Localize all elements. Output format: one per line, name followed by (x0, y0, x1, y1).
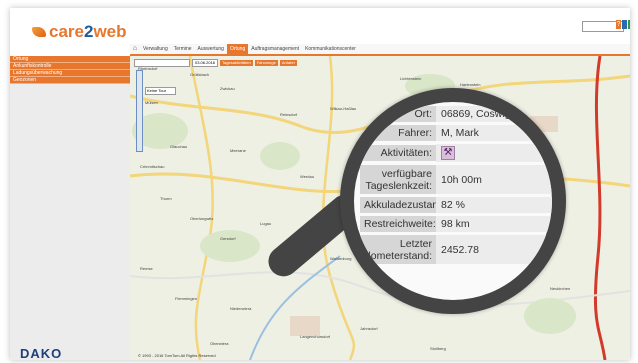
place-label: Neukirchen (550, 286, 571, 291)
place-label: Rheinsdorf (138, 66, 158, 71)
place-label: Meerane (230, 148, 246, 153)
help-icon[interactable]: ? (616, 20, 621, 29)
place-label: Zwickau (220, 86, 235, 91)
place-label: Flemmingen (175, 296, 198, 301)
menu-item-5[interactable]: Kommunikationscenter (302, 44, 359, 54)
place-label: Lugau (260, 221, 272, 226)
place-label: Niederwiera (230, 306, 252, 311)
menu-item-0[interactable]: Verwaltung (140, 44, 171, 54)
place-label: Mülsen (145, 100, 158, 105)
info-value: 98 km (436, 216, 552, 232)
sidebar-item-1[interactable]: Ankunftskontrolle (10, 63, 130, 70)
zoom-slider[interactable] (136, 70, 143, 152)
info-label: Ort: (360, 106, 436, 122)
place-label: Hartenstein (460, 82, 481, 87)
info-label: Fahrer: (360, 125, 436, 141)
info-row: Letzter Kilometerstand: 2452.78 (359, 235, 552, 264)
place-label: Lichtenstein (400, 76, 422, 81)
place-label: Oberwiera (210, 341, 229, 346)
info-value: 10h 00m (436, 165, 552, 194)
info-value: 82 % (436, 197, 552, 213)
info-value: 06869, Coswig (436, 106, 552, 122)
menu-item-4[interactable]: Auftragsmanagement (248, 44, 302, 54)
header-icons: ? (616, 20, 630, 29)
place-label: Crimmitschau (140, 164, 165, 169)
place-label: Reinsdorf (280, 112, 298, 117)
logo-icon (32, 27, 46, 37)
settings-icon[interactable] (628, 20, 630, 29)
info-row: Ort: 06869, Coswig (360, 106, 552, 122)
logo-text-web: web (93, 22, 127, 41)
crossed-hammers-icon: ⚒ (441, 146, 455, 160)
sidebar: Ortung Ankunftskontrolle Ladungsüberwachun… (10, 56, 130, 360)
sidebar-item-0[interactable]: Ortung (10, 56, 130, 63)
care2web-logo[interactable]: care2web (32, 22, 127, 42)
logo-text-care: care (49, 22, 84, 41)
info-label: Aktivitäten: (360, 145, 436, 161)
daily-activities-button[interactable]: Tagesaktivitäten (220, 59, 253, 66)
info-row: verfügbare Tageslenkzeit: 10h 00m (360, 165, 552, 194)
magnifier-lens: Ort: 06869, Coswig Fahrer: M, Mark Aktivität… (340, 88, 566, 314)
info-row: Aktivitäten: ⚒ (360, 144, 552, 162)
place-label: Gersdorf (220, 236, 236, 241)
app-window: care2web ? ⌂ Verwaltung Termine Auswertung… (10, 8, 630, 360)
sidebar-item-3[interactable]: Geozonen (10, 77, 130, 84)
place-label: Stollberg (430, 346, 446, 351)
info-row: Restreichweite: 98 km (360, 216, 552, 232)
info-label: Letzter Kilometerstand: (359, 235, 436, 264)
info-label: Restreichweite: (360, 216, 436, 232)
info-label: verfügbare Tageslenkzeit: (360, 165, 436, 194)
mail-icon[interactable] (622, 20, 627, 29)
info-row: Fahrer: M, Mark (360, 125, 552, 141)
info-value: M, Mark (436, 125, 552, 141)
dako-brand: DAKO (20, 346, 63, 360)
date-input[interactable]: 03.06.2016 (192, 58, 219, 67)
tour-select[interactable]: Keine Tour (145, 87, 176, 95)
home-icon[interactable]: ⌂ (130, 44, 140, 54)
place-label: Langenchursdorf (300, 334, 331, 339)
place-label: Waldenburg (330, 256, 352, 261)
place-label: Werdau (300, 174, 314, 179)
menu-item-2[interactable]: Auswertung (195, 44, 227, 54)
info-row: Akkuladezustand: 82 % (360, 197, 552, 213)
vehicle-info-panel: Ort: 06869, Coswig Fahrer: M, Mark Aktivität… (359, 106, 552, 267)
place-label: Oberlungwitz (190, 216, 214, 221)
main-menu: ⌂ Verwaltung Termine Auswertung Ortung Auftr… (130, 44, 630, 56)
approach-button[interactable]: Anfahrt (279, 59, 297, 66)
map-toolbar: 03.06.2016 Tagesaktivitäten Fahrzeuge An… (134, 58, 297, 67)
info-value: ⚒ (436, 144, 552, 162)
place-label: Glauchau (170, 144, 188, 149)
place-label: Jahnsdorf (360, 326, 378, 331)
place-label: Grüllsbach (190, 72, 210, 77)
menu-item-1[interactable]: Termine (171, 44, 195, 54)
menu-item-3[interactable]: Ortung (226, 44, 249, 54)
info-value: 2452.78 (436, 235, 552, 264)
sidebar-item-2[interactable]: Ladungsüberwachung (10, 70, 130, 77)
info-label: Akkuladezustand: (360, 197, 447, 213)
map-copyright: © 1993 - 2016 TomTom All Rights Reserved (138, 353, 216, 358)
place-label: Remse (140, 266, 153, 271)
vehicles-button[interactable]: Fahrzeuge (254, 59, 278, 66)
place-label: Wilkau-Haßlau (330, 106, 357, 111)
place-label: Thurm (160, 196, 172, 201)
